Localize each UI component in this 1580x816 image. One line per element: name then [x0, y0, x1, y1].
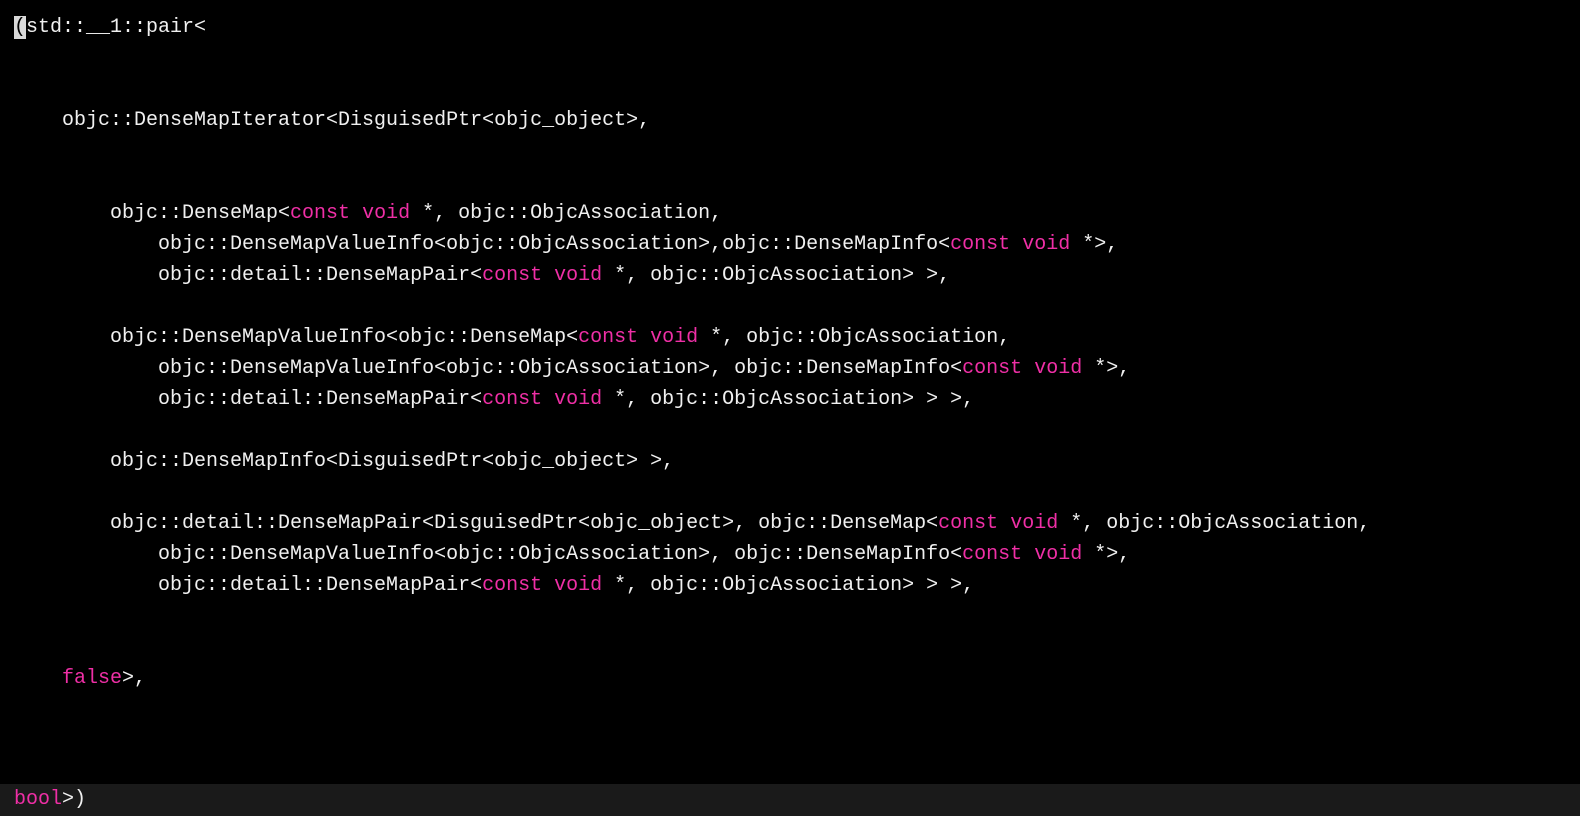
status-keyword: bool — [14, 788, 62, 811]
code-line: objc::DenseMapValueInfo<objc::ObjcAssoci… — [14, 357, 1130, 380]
code-line: objc::DenseMapIterator<DisguisedPtr<objc… — [14, 109, 650, 132]
code-line: objc::detail::DenseMapPair<const void *,… — [14, 574, 974, 597]
status-bar: bool>) — [0, 784, 1580, 816]
code-line: (std::__1::pair< — [14, 16, 206, 39]
code-line: objc::DenseMap<const void *, objc::ObjcA… — [14, 202, 722, 225]
code-line: objc::DenseMapValueInfo<objc::ObjcAssoci… — [14, 233, 1118, 256]
code-line: objc::detail::DenseMapPair<const void *,… — [14, 388, 974, 411]
code-line: objc::detail::DenseMapPair<const void *,… — [14, 264, 950, 287]
code-editor[interactable]: (std::__1::pair< objc::DenseMapIterator<… — [0, 0, 1580, 752]
code-line: objc::detail::DenseMapPair<DisguisedPtr<… — [14, 512, 1370, 535]
code-line: objc::DenseMapValueInfo<objc::ObjcAssoci… — [14, 543, 1130, 566]
status-rest: >) — [62, 788, 86, 811]
code-line: objc::DenseMapInfo<DisguisedPtr<objc_obj… — [14, 450, 674, 473]
code-line: objc::DenseMapValueInfo<objc::DenseMap<c… — [14, 326, 1010, 349]
cursor: ( — [14, 16, 26, 39]
code-line: false>, — [14, 667, 146, 690]
